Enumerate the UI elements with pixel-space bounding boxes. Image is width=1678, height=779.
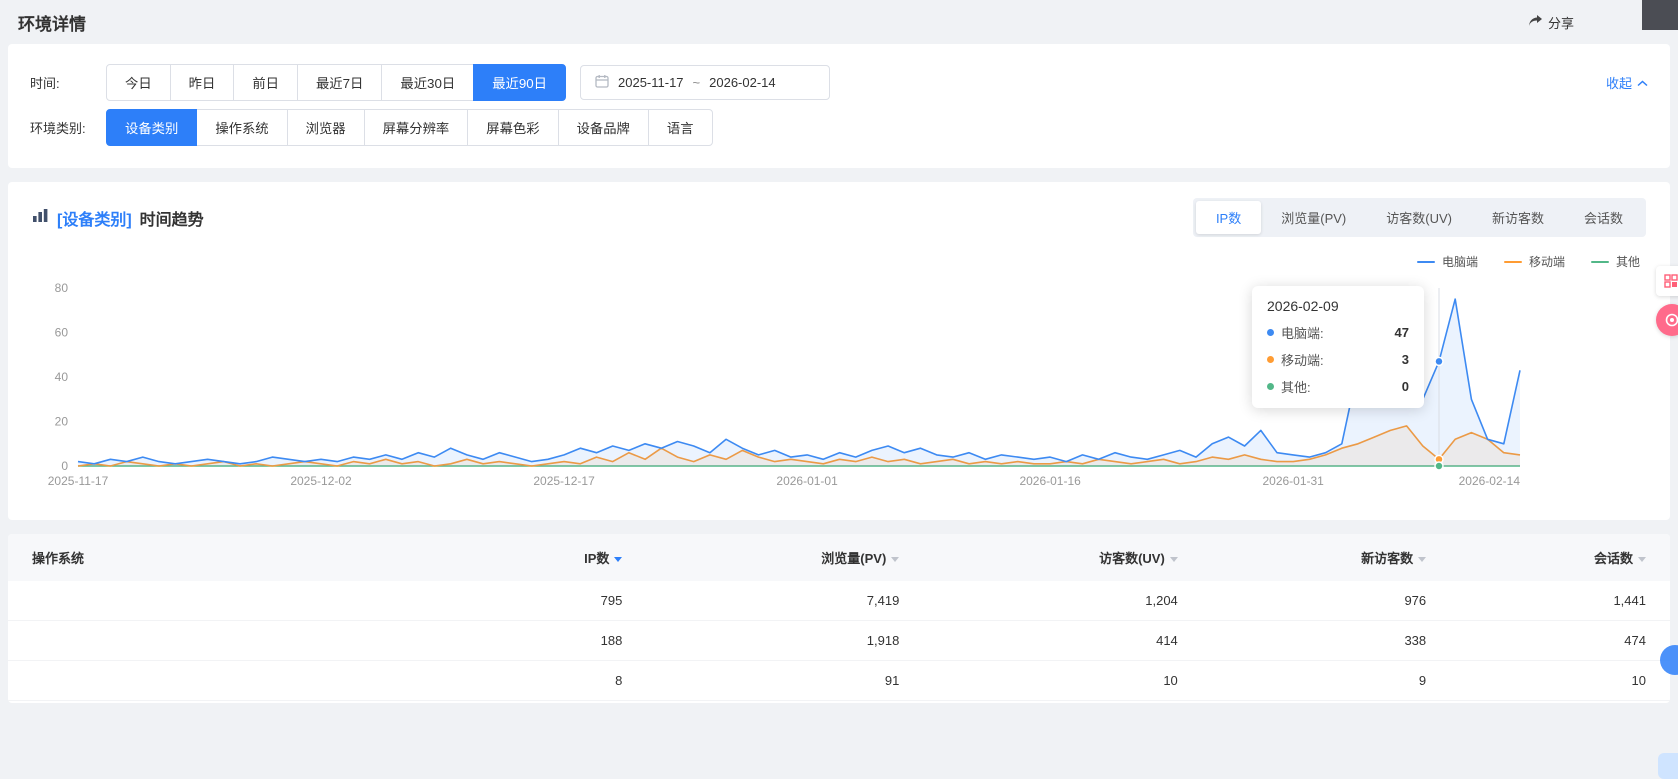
tooltip-row-mobile: 移动端: 3 xyxy=(1267,350,1409,369)
metric-tab-ip[interactable]: IP数 xyxy=(1196,201,1261,234)
metric-tab-bar: IP数 浏览量(PV) 访客数(UV) 新访客数 会话数 xyxy=(1193,198,1646,237)
corner-widget[interactable] xyxy=(1642,0,1678,30)
environment-category-tabs: 设备类别 操作系统 浏览器 屏幕分辨率 屏幕色彩 设备品牌 语言 xyxy=(106,109,713,146)
legend-label-desktop: 电脑端 xyxy=(1442,253,1478,270)
svg-text:40: 40 xyxy=(55,370,69,384)
chart-legend: 电脑端 移动端 其他 xyxy=(38,253,1640,270)
svg-text:20: 20 xyxy=(55,415,69,429)
top-bar: 环境详情 分享 xyxy=(0,0,1678,44)
column-header-new-visitors[interactable]: 新访客数 xyxy=(1202,534,1450,581)
svg-text:80: 80 xyxy=(55,281,69,295)
share-icon xyxy=(1528,14,1543,30)
metric-tab-pv[interactable]: 浏览量(PV) xyxy=(1261,201,1366,234)
svg-text:2026-01-31: 2026-01-31 xyxy=(1262,474,1324,488)
chart-title-suffix: 时间趋势 xyxy=(140,206,204,230)
svg-text:2025-12-17: 2025-12-17 xyxy=(533,474,595,488)
page-title: 环境详情 xyxy=(18,10,86,35)
tooltip-row-desktop: 电脑端: 47 xyxy=(1267,323,1409,342)
legend-item-other[interactable]: 其他 xyxy=(1591,253,1640,270)
metric-tab-new-visitors[interactable]: 新访客数 xyxy=(1472,201,1564,234)
date-range-start: 2025-11-17 xyxy=(618,75,684,90)
filter-panel: 时间: 今日 昨日 前日 最近7日 最近30日 最近90日 2025-11-17… xyxy=(8,44,1670,168)
time-filter-label: 时间: xyxy=(30,73,106,92)
share-button[interactable]: 分享 xyxy=(1528,13,1574,32)
category-tab-os[interactable]: 操作系统 xyxy=(196,109,287,146)
time-button-day-before[interactable]: 前日 xyxy=(233,64,298,101)
legend-item-mobile[interactable]: 移动端 xyxy=(1504,253,1565,270)
time-button-today[interactable]: 今日 xyxy=(106,64,171,101)
tooltip-dot-other xyxy=(1267,383,1274,390)
chart-title-category: [设备类别] xyxy=(57,206,132,230)
category-tab-language[interactable]: 语言 xyxy=(648,109,713,146)
svg-text:60: 60 xyxy=(55,326,69,340)
category-tab-color-depth[interactable]: 屏幕色彩 xyxy=(467,109,558,146)
column-header-category[interactable]: 操作系统 xyxy=(8,534,457,581)
date-range-picker[interactable]: 2025-11-17 ~ 2026-02-14 xyxy=(580,65,830,100)
time-range-button-group: 今日 昨日 前日 最近7日 最近30日 最近90日 xyxy=(106,64,566,101)
column-header-pv[interactable]: 浏览量(PV) xyxy=(646,534,923,581)
time-button-last-90-days[interactable]: 最近90日 xyxy=(473,64,566,101)
svg-text:2025-11-17: 2025-11-17 xyxy=(48,474,109,488)
metric-tab-uv[interactable]: 访客数(UV) xyxy=(1366,201,1472,234)
svg-text:2026-01-01: 2026-01-01 xyxy=(776,474,838,488)
legend-dash-mobile xyxy=(1504,261,1522,263)
date-range-separator: ~ xyxy=(693,75,701,90)
table-row[interactable]: 188 1,918 414 338 474 xyxy=(8,621,1670,661)
legend-label-other: 其他 xyxy=(1616,253,1640,270)
calendar-icon xyxy=(595,74,609,91)
category-tab-browser[interactable]: 浏览器 xyxy=(287,109,365,146)
sort-icon xyxy=(1418,557,1426,562)
time-button-yesterday[interactable]: 昨日 xyxy=(170,64,235,101)
time-button-last-30-days[interactable]: 最近30日 xyxy=(381,64,474,101)
date-range-end: 2026-02-14 xyxy=(709,75,776,90)
time-button-last-7-days[interactable]: 最近7日 xyxy=(297,64,382,101)
metric-tab-sessions[interactable]: 会话数 xyxy=(1564,201,1643,234)
legend-dash-other xyxy=(1591,261,1609,263)
floating-grid-icon[interactable] xyxy=(1656,266,1678,296)
legend-item-desktop[interactable]: 电脑端 xyxy=(1417,253,1478,270)
tooltip-row-other: 其他: 0 xyxy=(1267,377,1409,396)
table-row[interactable]: 795 7,419 1,204 976 1,441 xyxy=(8,581,1670,621)
chevron-up-icon xyxy=(1637,75,1648,90)
bar-chart-icon xyxy=(32,208,49,228)
trend-chart-panel: [设备类别] 时间趋势 IP数 浏览量(PV) 访客数(UV) 新访客数 会话数… xyxy=(8,182,1670,520)
column-header-sessions[interactable]: 会话数 xyxy=(1450,534,1670,581)
svg-text:2025-12-02: 2025-12-02 xyxy=(290,474,352,488)
column-header-ip[interactable]: IP数 xyxy=(457,534,647,581)
trend-chart-area[interactable]: 0 20 40 60 80 2025-11-17 2025-12-02 2025-12-17 2… xyxy=(32,274,1646,510)
stats-table: 操作系统 IP数 浏览量(PV) 访客数(UV) 新访客数 会话数 795 7,… xyxy=(8,534,1670,701)
svg-text:2026-01-16: 2026-01-16 xyxy=(1019,474,1081,488)
svg-text:0: 0 xyxy=(61,459,68,473)
column-header-uv[interactable]: 访客数(UV) xyxy=(923,534,1201,581)
table-header-row: 操作系统 IP数 浏览量(PV) 访客数(UV) 新访客数 会话数 xyxy=(8,534,1670,581)
tooltip-dot-desktop xyxy=(1267,329,1274,336)
chart-title: [设备类别] 时间趋势 xyxy=(32,206,204,230)
category-tab-brand[interactable]: 设备品牌 xyxy=(558,109,649,146)
share-label: 分享 xyxy=(1548,13,1574,32)
floating-corner-button[interactable] xyxy=(1658,753,1678,779)
stats-table-panel: 操作系统 IP数 浏览量(PV) 访客数(UV) 新访客数 会话数 795 7,… xyxy=(8,534,1670,703)
collapse-link[interactable]: 收起 xyxy=(1606,73,1648,92)
sort-icon xyxy=(1638,557,1646,562)
category-tab-device-type[interactable]: 设备类别 xyxy=(106,109,197,146)
category-filter-label: 环境类别: xyxy=(30,118,106,137)
legend-dash-desktop xyxy=(1417,261,1435,263)
sort-icon xyxy=(891,557,899,562)
legend-label-mobile: 移动端 xyxy=(1529,253,1565,270)
tooltip-dot-mobile xyxy=(1267,356,1274,363)
collapse-label: 收起 xyxy=(1606,73,1632,92)
sort-icon xyxy=(1170,557,1178,562)
table-row[interactable]: 8 91 10 9 10 xyxy=(8,661,1670,701)
svg-text:2026-02-14: 2026-02-14 xyxy=(1459,474,1521,488)
category-tab-resolution[interactable]: 屏幕分辨率 xyxy=(364,109,469,146)
tooltip-date: 2026-02-09 xyxy=(1267,298,1409,314)
sort-desc-icon xyxy=(614,557,622,562)
chart-tooltip: 2026-02-09 电脑端: 47 移动端: 3 其他: 0 xyxy=(1252,286,1424,408)
